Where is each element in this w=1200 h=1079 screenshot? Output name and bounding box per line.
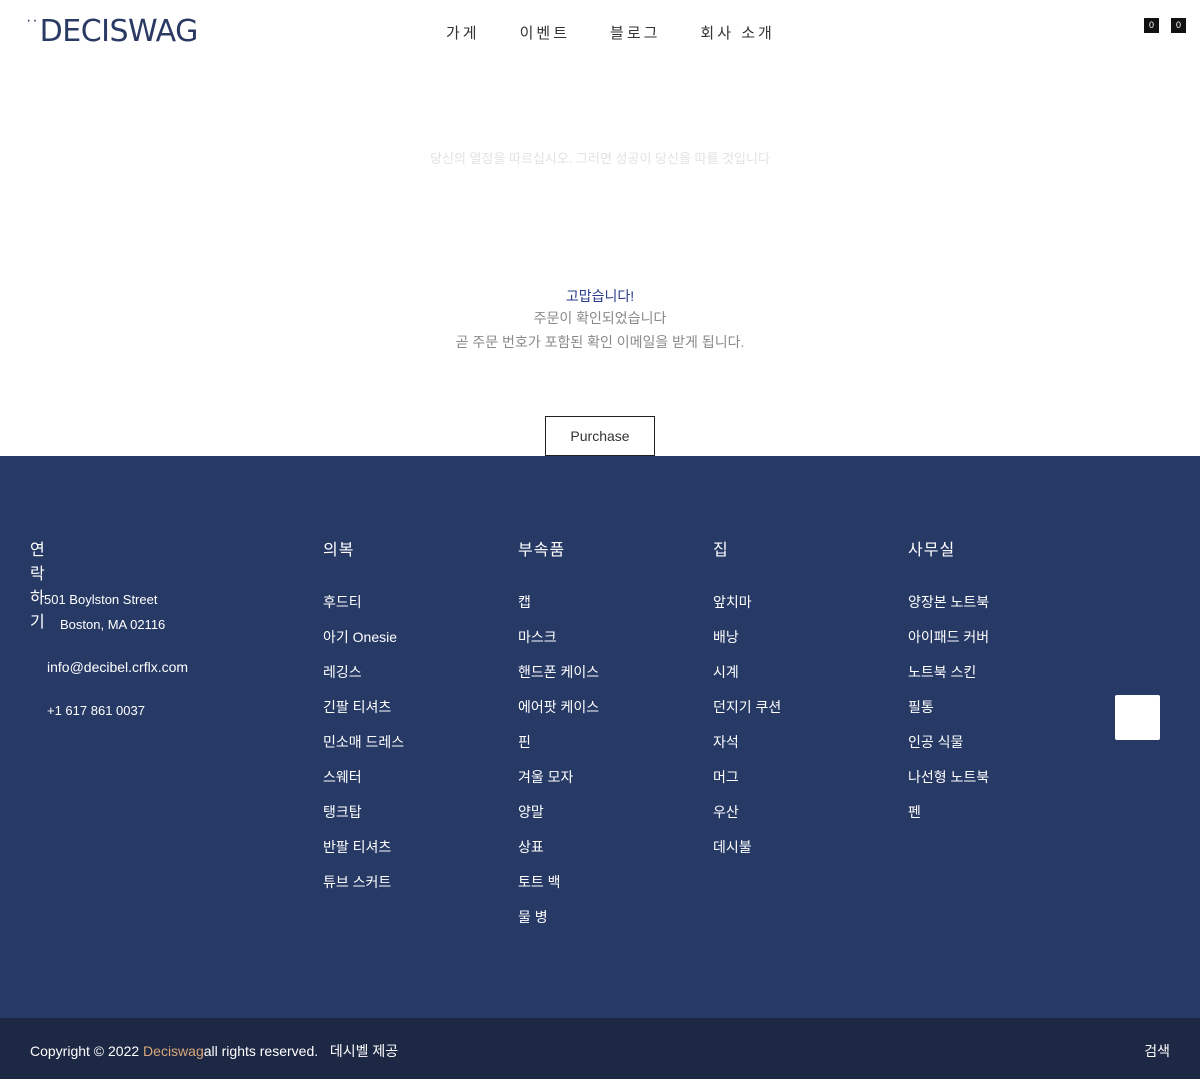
footer-col-apparel: 후드티 아기 Onesie 레깅스 긴팔 티셔츠 민소매 드레스 스웨터 탱크탑…	[323, 593, 404, 908]
footer-link[interactable]: 겨울 모자	[518, 768, 599, 803]
footer-col-home: 앞치마 배낭 시계 던지기 쿠션 자석 머그 우산 데시불	[713, 593, 781, 873]
powered-by-link[interactable]: 데시벨 제공	[330, 1043, 398, 1059]
footer-search-link[interactable]: 검색	[1144, 1041, 1170, 1061]
footer-link[interactable]: 펜	[908, 803, 989, 838]
confirmation-email-text: 곧 주문 번호가 포함된 확인 이메일을 받게 됩니다.	[455, 334, 745, 350]
logo-dots: ··	[26, 12, 39, 29]
site-header: ·· DECISWAG 가게 이벤트 블로그 회사 소개 0 0	[0, 0, 1200, 66]
footer-col-office-title: 사무실	[908, 542, 956, 559]
footer-link[interactable]: 아이패드 커버	[908, 628, 989, 663]
footer-link[interactable]: 반팔 티셔츠	[323, 838, 404, 873]
footer-link[interactable]: 에어팟 케이스	[518, 698, 599, 733]
thanks-title: 고맙습니다!	[565, 288, 635, 304]
nav-item-about[interactable]: 회사 소개	[700, 22, 774, 43]
order-confirmation: 고맙습니다! 주문이 확인되었습니다 곧 주문 번호가 포함된 확인 이메일을 …	[0, 286, 1200, 354]
copyright-suffix: all rights reserved.	[203, 1043, 319, 1059]
contact-phone-link[interactable]: +1 617 861 0037	[47, 703, 145, 718]
header-icons: 0 0	[1144, 18, 1186, 33]
footer-link[interactable]: 후드티	[323, 593, 404, 628]
footer-link[interactable]: 자석	[713, 733, 781, 768]
copyright: Copyright © 2022 Deciswagall rights rese…	[30, 1041, 398, 1061]
footer-link[interactable]: 탱크탑	[323, 803, 404, 838]
footer-link[interactable]: 양장본 노트북	[908, 593, 989, 628]
footer-link[interactable]: 노트북 스킨	[908, 663, 989, 698]
contact-email-link[interactable]: info@decibel.crflx.com	[47, 659, 188, 675]
footer-col-office: 양장본 노트북 아이패드 커버 노트북 스킨 필통 인공 식물 나선형 노트북 …	[908, 593, 989, 838]
footer-link[interactable]: 핸드폰 케이스	[518, 663, 599, 698]
footer-col-apparel-title: 의복	[323, 542, 355, 559]
footer-link[interactable]: 마스크	[518, 628, 599, 663]
footer-link[interactable]: 물 병	[518, 908, 599, 943]
footer-link[interactable]: 머그	[713, 768, 781, 803]
footer-link[interactable]: 양말	[518, 803, 599, 838]
footer-link[interactable]: 튜브 스커트	[323, 873, 404, 908]
footer-link[interactable]: 긴팔 티셔츠	[323, 698, 404, 733]
footer-link[interactable]: 시계	[713, 663, 781, 698]
footer-link[interactable]: 필통	[908, 698, 989, 733]
footer-link[interactable]: 나선형 노트북	[908, 768, 989, 803]
footer-link[interactable]: 아기 Onesie	[323, 628, 404, 663]
logo-text: DECISWAG	[39, 14, 199, 49]
footer-col-accessories-title: 부속품	[518, 542, 566, 559]
nav-item-events[interactable]: 이벤트	[520, 22, 570, 43]
footer-link[interactable]: 우산	[713, 803, 781, 838]
main-nav: 가게 이벤트 블로그 회사 소개	[446, 22, 775, 43]
footer-bottom-bar: Copyright © 2022 Deciswagall rights rese…	[0, 1018, 1200, 1079]
footer-link[interactable]: 상표	[518, 838, 599, 873]
logo[interactable]: ·· DECISWAG	[26, 12, 199, 50]
footer-link[interactable]: 앞치마	[713, 593, 781, 628]
footer-link[interactable]: 레깅스	[323, 663, 404, 698]
brand-link[interactable]: Deciswag	[143, 1043, 204, 1059]
footer-link[interactable]: 민소매 드레스	[323, 733, 404, 768]
nav-item-blog[interactable]: 블로그	[610, 22, 660, 43]
purchase-button[interactable]: Purchase	[545, 416, 655, 456]
footer-link[interactable]: 스웨터	[323, 768, 404, 803]
scroll-to-top-button[interactable]	[1115, 695, 1160, 740]
footer-contact-title: 연락하기	[30, 542, 46, 631]
footer-link[interactable]: 인공 식물	[908, 733, 989, 768]
cart-count-badge[interactable]: 0	[1171, 18, 1186, 33]
copyright-prefix: Copyright © 2022	[30, 1043, 144, 1059]
footer-col-home-title: 집	[713, 542, 729, 559]
address-line2: Boston, MA 02116	[60, 617, 166, 632]
nav-item-shop[interactable]: 가게	[446, 22, 480, 43]
wishlist-count-badge[interactable]: 0	[1144, 18, 1159, 33]
footer-link[interactable]: 던지기 쿠션	[713, 698, 781, 733]
hero-tagline: 당신의 열정을 따르십시오. 그러면 성공이 당신을 따를 것입니다	[430, 151, 770, 166]
footer-link[interactable]: 데시불	[713, 838, 781, 873]
footer-link[interactable]: 토트 백	[518, 873, 599, 908]
footer-col-accessories: 캡 마스크 핸드폰 케이스 에어팟 케이스 핀 겨울 모자 양말 상표 토트 백…	[518, 593, 599, 943]
footer-link[interactable]: 배낭	[713, 628, 781, 663]
footer-link[interactable]: 캡	[518, 593, 599, 628]
order-confirmed-text: 주문이 확인되었습니다	[533, 310, 667, 326]
site-footer: 연락하기 501 Boylston Street Boston, MA 0211…	[0, 456, 1200, 1018]
address-line1: 501 Boylston Street	[44, 592, 158, 607]
footer-link[interactable]: 핀	[518, 733, 599, 768]
